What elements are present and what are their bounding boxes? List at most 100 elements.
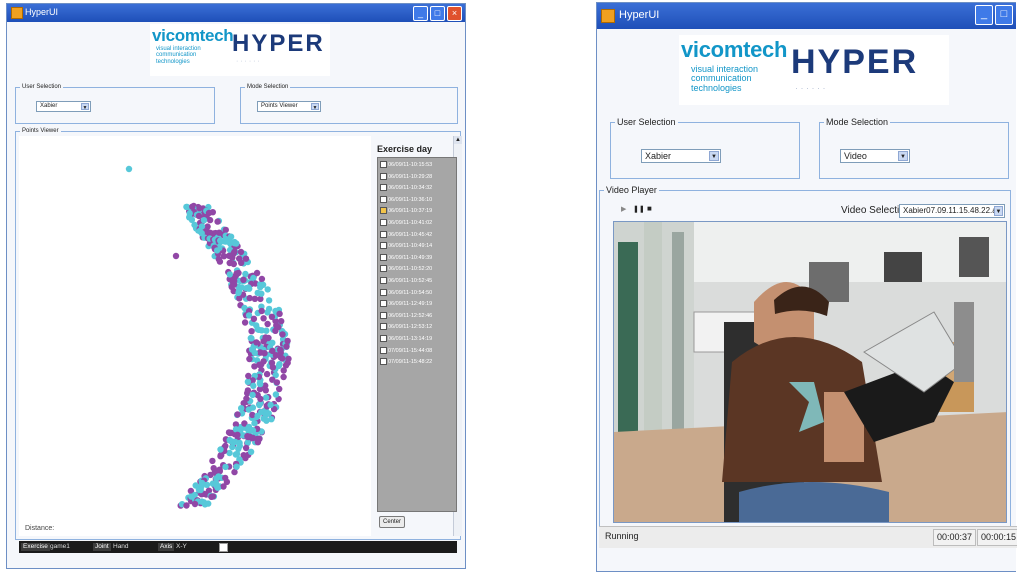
point-series-a bbox=[216, 258, 224, 265]
exercise-value[interactable]: game1 bbox=[50, 543, 70, 551]
checkbox-icon[interactable] bbox=[380, 358, 387, 366]
exercise-day-item[interactable]: 06/09/11-12:53:12 bbox=[380, 323, 432, 331]
checkbox-icon[interactable] bbox=[380, 346, 387, 354]
exercise-day-item[interactable]: 06/09/11-10:45:42 bbox=[380, 230, 433, 238]
point-series-b bbox=[249, 391, 256, 399]
point-series-b bbox=[233, 450, 241, 458]
dropdown-arrow-icon[interactable]: ▼ bbox=[81, 103, 89, 111]
dropdown-arrow-icon[interactable]: ▼ bbox=[709, 151, 719, 161]
checkbox-icon[interactable] bbox=[380, 323, 387, 331]
logo-tagline: visual interaction communication technol… bbox=[691, 64, 759, 93]
point-series-b bbox=[125, 165, 133, 173]
exercise-day-item[interactable]: 06/09/11-10:52:20 bbox=[380, 265, 432, 273]
point-series-a bbox=[273, 322, 280, 329]
exercise-day-item[interactable]: 06/09/11-12:49:19 bbox=[380, 300, 432, 308]
user-select[interactable]: Xabier ▼ bbox=[641, 149, 721, 163]
close-icon[interactable]: × bbox=[447, 6, 462, 21]
video-select[interactable]: Xabier07.09.11.15.48.22.avi ▼ bbox=[899, 204, 1005, 218]
mode-select[interactable]: Points Viewer ▼ bbox=[257, 101, 321, 112]
mode-select[interactable]: Video ▼ bbox=[840, 149, 910, 163]
exercise-day-item[interactable]: 06/09/11-12:52:46 bbox=[380, 311, 432, 319]
checkbox-icon[interactable] bbox=[380, 172, 387, 180]
checkbox-icon[interactable] bbox=[380, 277, 387, 284]
scroll-up-icon[interactable]: ▲ bbox=[454, 136, 462, 144]
exercise-day-label: 06/09/11-10:45:42 bbox=[388, 231, 433, 238]
checkbox-icon[interactable] bbox=[380, 311, 387, 319]
pause-icon[interactable]: ❚❚ bbox=[633, 205, 645, 213]
exercise-day-item[interactable]: 06/09/11-10:37:19 bbox=[380, 207, 432, 215]
checkbox-icon[interactable] bbox=[380, 184, 387, 192]
checkbox-icon[interactable] bbox=[380, 253, 387, 261]
point-series-a bbox=[245, 372, 252, 380]
checkbox-icon[interactable] bbox=[380, 335, 387, 342]
exercise-day-item[interactable]: 06/09/11-10:54:50 bbox=[380, 288, 432, 296]
checkbox-icon[interactable] bbox=[380, 242, 387, 250]
point-series-a bbox=[237, 248, 245, 256]
points-scatter bbox=[125, 165, 292, 509]
maximize-icon[interactable]: □ bbox=[995, 5, 1013, 25]
minimize-icon[interactable]: _ bbox=[413, 6, 428, 21]
hyper-wordmark: HYPER bbox=[791, 43, 919, 81]
exercise-day-item[interactable]: 07/09/11-15:44:08 bbox=[380, 346, 432, 354]
point-series-a bbox=[282, 362, 290, 369]
point-series-a bbox=[209, 457, 216, 465]
points-viewer-window: HyperUI _ □ × vicomtech visual interacti… bbox=[6, 3, 466, 569]
point-series-a bbox=[280, 373, 287, 381]
exercise-day-title: Exercise day bbox=[377, 144, 433, 154]
checkbox-icon[interactable] bbox=[380, 161, 387, 168]
checkbox-icon[interactable] bbox=[380, 230, 387, 238]
point-series-b bbox=[276, 361, 283, 368]
other-time: 00:00:15 bbox=[977, 529, 1017, 546]
point-series-b bbox=[267, 401, 274, 409]
video-player-legend: Video Player bbox=[606, 185, 657, 195]
checkbox-icon[interactable] bbox=[380, 288, 387, 296]
bottom-toolbar: Exercise game1 Joint Hand Axis X-Y bbox=[19, 541, 457, 553]
exercise-day-item[interactable]: 07/09/11-15:48:22 bbox=[380, 358, 433, 366]
maximize-icon[interactable]: □ bbox=[430, 6, 445, 21]
window-title: HyperUI bbox=[25, 7, 59, 17]
minimize-icon[interactable]: _ bbox=[975, 5, 993, 25]
exercise-day-item[interactable]: 06/09/11-10:29:28 bbox=[380, 172, 432, 180]
user-select[interactable]: Xabier ▼ bbox=[36, 101, 91, 112]
point-series-a bbox=[261, 350, 268, 357]
exercise-day-item[interactable]: 06/09/11-10:52:45 bbox=[380, 277, 432, 284]
play-icon[interactable]: ▶ bbox=[621, 205, 626, 213]
exercise-day-label: 06/09/11-10:36:10 bbox=[388, 196, 433, 203]
point-series-a bbox=[233, 270, 240, 277]
dropdown-arrow-icon[interactable]: ▼ bbox=[898, 151, 908, 161]
dropdown-arrow-icon[interactable]: ▼ bbox=[311, 103, 319, 111]
point-series-a bbox=[236, 295, 243, 302]
exercise-day-label: 07/09/11-15:48:22 bbox=[388, 359, 433, 366]
checkbox-icon[interactable] bbox=[380, 219, 387, 226]
exercise-day-item[interactable]: 06/09/11-10:15:53 bbox=[380, 161, 432, 168]
joint-label: Joint bbox=[93, 543, 111, 551]
checkbox-icon[interactable] bbox=[380, 265, 387, 273]
point-series-a bbox=[216, 229, 223, 236]
title-bar[interactable]: HyperUI _ □ × bbox=[7, 4, 465, 22]
vicomtech-wordmark: vicomtech bbox=[681, 37, 788, 62]
exercise-day-item[interactable]: 06/09/11-10:49:14 bbox=[380, 242, 432, 250]
exercise-day-item[interactable]: 06/09/11-13:14:19 bbox=[380, 335, 432, 342]
checkbox-icon[interactable] bbox=[380, 195, 387, 203]
point-series-b bbox=[245, 406, 252, 413]
joint-value[interactable]: Hand bbox=[113, 543, 129, 551]
checkbox-icon[interactable] bbox=[380, 300, 387, 308]
center-button[interactable]: Center bbox=[379, 516, 405, 528]
exercise-day-list[interactable]: 06/09/11-10:15:53 06/09/11-10:29:28 06/09/… bbox=[377, 157, 457, 512]
exercise-day-item[interactable]: 06/09/11-10:41:02 bbox=[380, 219, 432, 226]
exercise-day-item[interactable]: 06/09/11-10:36:10 bbox=[380, 195, 433, 203]
point-series-b bbox=[272, 391, 280, 398]
exercise-day-item[interactable]: 06/09/11-10:49:39 bbox=[380, 253, 432, 261]
checkbox-icon[interactable] bbox=[380, 207, 387, 215]
toolbar-option-box[interactable] bbox=[219, 543, 228, 552]
point-series-b bbox=[265, 305, 273, 313]
point-series-a bbox=[189, 203, 196, 210]
title-bar[interactable]: HyperUI _ □ bbox=[597, 3, 1016, 29]
dropdown-arrow-icon[interactable]: ▼ bbox=[994, 206, 1003, 216]
axis-value[interactable]: X-Y bbox=[176, 543, 187, 551]
point-series-a bbox=[257, 395, 264, 403]
points-plot[interactable] bbox=[19, 136, 371, 536]
exercise-day-item[interactable]: 06/09/11-10:34:32 bbox=[380, 184, 432, 192]
stop-icon[interactable]: ■ bbox=[647, 204, 652, 213]
video-frame[interactable] bbox=[613, 221, 1007, 523]
